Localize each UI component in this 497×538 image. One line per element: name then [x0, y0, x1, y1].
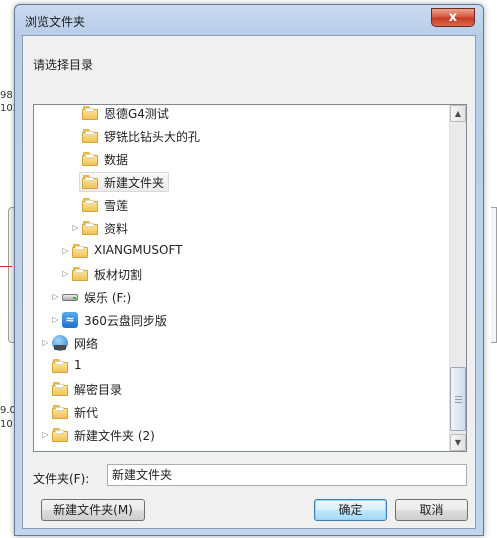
folder-icon — [52, 404, 68, 420]
tree-item-label: 锣铣比钻头大的孔 — [104, 130, 201, 144]
scroll-down-button[interactable]: ▼ — [450, 434, 466, 451]
tree-item-label: 雪莲 — [104, 199, 129, 213]
tree-item-selected[interactable]: 新建文件夹 — [34, 171, 450, 193]
folder-icon — [82, 197, 98, 213]
folder-icon — [52, 358, 68, 374]
tree-item-label: 数据 — [104, 153, 129, 167]
folder-icon — [82, 174, 98, 190]
tree-item[interactable]: 锣铣比钻头大的孔 — [34, 125, 450, 147]
background-number: 98 — [0, 90, 13, 101]
folder-icon — [52, 427, 68, 443]
close-icon: x — [448, 10, 458, 25]
vertical-scrollbar[interactable]: ▲ ▼ — [449, 105, 466, 451]
tree-item-label: 网络 — [74, 337, 99, 351]
tree-item-label: 新代 — [74, 406, 99, 420]
folder-icon — [82, 128, 98, 144]
ok-button[interactable]: 确定 — [314, 499, 387, 521]
tree-item-label: 娱乐 (F:) — [84, 291, 132, 305]
folder-icon — [72, 266, 88, 282]
folder-icon — [82, 105, 98, 121]
cancel-button[interactable]: 取消 — [395, 499, 468, 521]
folder-tree[interactable]: 恩德G4测试 锣铣比钻头大的孔 数据 新建文件夹 雪莲 ▷ 资料 ▷ XIANG… — [33, 104, 467, 452]
expand-arrow-icon[interactable]: ▷ — [41, 338, 50, 347]
tree-item[interactable]: 1 — [34, 355, 450, 377]
scroll-down-icon: ▼ — [454, 438, 462, 447]
scroll-up-button[interactable]: ▲ — [450, 105, 466, 122]
browse-folder-dialog: 浏览文件夹 x 请选择目录 恩德G4测试 锣铣比钻头大的孔 数据 新建文件夹 雪… — [14, 4, 484, 536]
tree-item-label: 新建文件夹 — [104, 176, 165, 190]
tree-item[interactable]: ▷ 资料 — [34, 217, 450, 239]
scroll-up-icon: ▲ — [454, 109, 462, 118]
prompt-text: 请选择目录 — [33, 58, 94, 72]
tree-item[interactable]: 数据 — [34, 148, 450, 170]
expand-arrow-icon[interactable]: ▷ — [41, 430, 50, 439]
folder-icon — [82, 151, 98, 167]
title-bar[interactable]: 浏览文件夹 x — [15, 5, 483, 35]
tree-item-label: XIANGMUSOFT — [94, 243, 183, 257]
tree-item-label: 解密目录 — [74, 383, 123, 397]
expand-arrow-icon[interactable]: ▷ — [61, 269, 70, 278]
expand-arrow-icon[interactable]: ▷ — [71, 223, 80, 232]
tree-item[interactable]: 恩德G4测试 — [34, 105, 450, 124]
tree-item[interactable]: 雪莲 — [34, 194, 450, 216]
tree-item[interactable]: ▷ 板材切割 — [34, 263, 450, 285]
folder-field-label: 文件夹(F): — [33, 472, 90, 486]
background-panel — [491, 207, 497, 343]
tree-item-label: 360云盘同步版 — [84, 314, 167, 328]
scrollbar-thumb[interactable] — [450, 367, 466, 431]
tree-item[interactable]: ▷ 娱乐 (F:) — [34, 286, 450, 308]
tree-item[interactable]: ▷ 新建文件夹 (2) — [34, 424, 450, 446]
close-button[interactable]: x — [431, 8, 475, 27]
background-divider — [0, 266, 12, 267]
tree-item-label: 恩德G4测试 — [104, 107, 169, 121]
tree-item-label: 新建文件夹 (2) — [74, 429, 155, 443]
dialog-title: 浏览文件夹 — [25, 15, 86, 29]
folder-icon — [82, 220, 98, 236]
tree-item-label: 资料 — [104, 222, 129, 236]
drive-icon — [62, 289, 78, 305]
tree-item[interactable]: ▷ XIANGMUSOFT — [34, 240, 450, 262]
tree-item[interactable]: ▷ 网络 — [34, 332, 450, 354]
tree-item[interactable]: 解密目录 — [34, 378, 450, 400]
expand-arrow-icon[interactable]: ▷ — [61, 246, 70, 255]
network-icon — [52, 335, 68, 351]
cloud-360-icon: ≈ — [62, 312, 78, 328]
tree-item-label: 1 — [74, 358, 82, 372]
expand-arrow-icon[interactable]: ▷ — [51, 292, 60, 301]
folder-icon — [72, 243, 88, 259]
tree-item-label: 板材切割 — [94, 268, 143, 282]
tree-item[interactable]: ▷ ≈ 360云盘同步版 — [34, 309, 450, 331]
expand-arrow-icon[interactable]: ▷ — [51, 315, 60, 324]
folder-input[interactable]: 新建文件夹 — [107, 464, 467, 486]
dialog-client-area: 请选择目录 恩德G4测试 锣铣比钻头大的孔 数据 新建文件夹 雪莲 ▷ 资料 ▷… — [22, 35, 476, 529]
folder-icon — [52, 381, 68, 397]
new-folder-button[interactable]: 新建文件夹(M) — [41, 499, 145, 521]
tree-item[interactable]: 新代 — [34, 401, 450, 423]
